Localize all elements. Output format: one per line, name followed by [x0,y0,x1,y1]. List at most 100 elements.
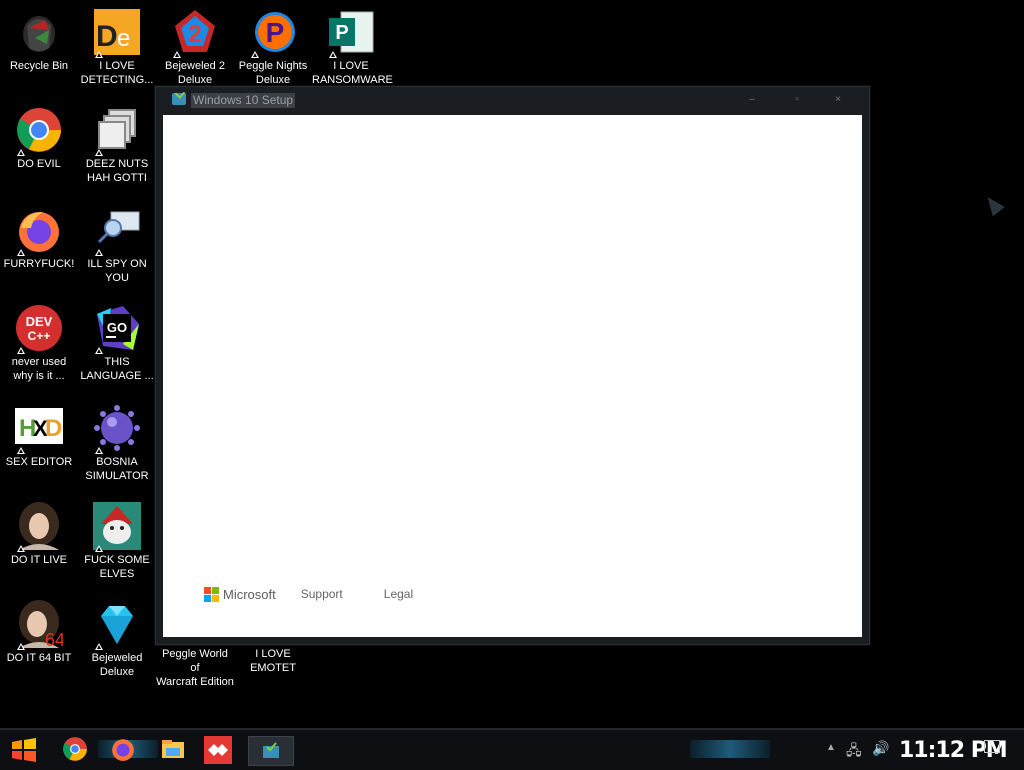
icon-label: never used why is it ... [11,356,67,382]
shortcut-arrow-icon [329,51,337,58]
desktop-icon-furryfuck[interactable]: FURRYFUCK! [0,206,78,271]
publisher-icon: P [327,8,375,58]
network-icon[interactable]: 🖧 [846,740,862,764]
desktop-icon-fuck-some-elves[interactable]: FUCK SOME ELVES [78,502,156,581]
spiked-ball-icon [93,404,141,454]
taskbar-firefox[interactable] [110,736,138,764]
explorer-icon [162,740,184,758]
portrait-icon [15,502,63,552]
shortcut-arrow-icon [173,51,181,58]
bejeweled-2-icon: 2 [171,8,219,58]
windows-stack-icon [93,106,141,156]
firefox-icon [15,206,63,256]
icon-label: Bejeweled 2 Deluxe [165,60,225,86]
wizard-icon [93,502,141,552]
network-spy-icon [93,206,141,256]
peggle-icon: P [249,8,297,58]
taskbar-chrome[interactable] [62,736,90,764]
taskbar-explorer[interactable] [160,736,188,764]
icon-label: FUCK SOME ELVES [84,554,150,580]
minimize-button[interactable]: – [734,91,770,109]
shortcut-arrow-icon [17,149,25,156]
desktop-icon-bejeweled2[interactable]: 2 Bejeweled 2 Deluxe [156,8,234,87]
microsoft-logo-icon [204,586,219,602]
devcpp-icon: DEV C++ [15,304,63,354]
shortcut-arrow-icon [17,249,25,256]
icon-label: Recycle Bin [9,60,69,72]
icon-label: Peggle Nights Deluxe [238,60,308,86]
volume-icon[interactable]: 🔊 [872,740,889,757]
portrait-64-icon: 64 [15,600,65,650]
taskbar: ▲ 🖧 🔊 11:12 PM [0,728,1024,770]
desktop-icon-bosnia-simulator[interactable]: BOSNIA SIMULATOR [78,404,156,483]
desktop-icon-never-used[interactable]: DEV C++ never used why is it ... [0,304,78,383]
microsoft-wordmark: Microsoft [223,586,276,602]
svg-text:64: 64 [45,630,63,648]
shortcut-arrow-icon [95,545,103,552]
close-button[interactable]: × [820,91,856,109]
shortcut-arrow-icon [17,447,25,454]
icon-label: DO EVIL [17,158,61,170]
desktop-icon-do-evil[interactable]: DO EVIL [0,106,78,171]
support-link[interactable]: Support [301,587,343,601]
svg-text:D: D [96,20,118,53]
legal-link[interactable]: Legal [384,587,413,601]
icon-label: DEEZ NUTS HAH GOTTI [85,158,149,184]
setup-icon [263,742,279,758]
desktop-icon-deez-nuts[interactable]: DEEZ NUTS HAH GOTTI [78,106,156,185]
window-title: Windows 10 Setup [191,93,296,108]
maximize-button[interactable]: ▫ [779,91,815,109]
icon-label: I LOVE DETECTING... [80,60,154,86]
shortcut-arrow-icon [95,643,103,650]
desktop-icon-this-language[interactable]: GO THIS LANGUAGE ... [78,304,156,383]
icon-label: SEX EDITOR [5,456,73,468]
taskbar-anydesk[interactable] [204,736,232,764]
svg-text:e: e [117,25,130,52]
shortcut-arrow-icon [17,545,25,552]
shortcut-arrow-icon [95,447,103,454]
desktop-icon-do-it-live[interactable]: DO IT LIVE [0,502,78,567]
desktop-icon-i-love-ransomware[interactable]: P I LOVE RANSOMWARE [312,8,393,87]
desktop-icon-i-love-detecting[interactable]: De I LOVE DETECTING... [78,8,156,87]
die-icon: De [93,8,141,58]
anydesk-icon [208,744,228,756]
desktop-icon-peggle-nights[interactable]: P Peggle Nights Deluxe [234,8,312,87]
setup-footer: Microsoft Support Legal [204,585,454,603]
svg-text:GO: GO [107,320,127,335]
icon-label: ILL SPY ON YOU [87,258,147,284]
icon-label: Peggle World of Warcraft Edition [156,648,234,688]
setup-icon [172,93,186,105]
shortcut-arrow-icon [17,643,25,650]
svg-text:DEV: DEV [26,314,53,329]
notifications-icon[interactable] [984,740,1000,753]
windows-10-setup-window[interactable]: Windows 10 Setup – ▫ × Microsoft Support… [155,86,870,645]
window-titlebar[interactable]: Windows 10 Setup – ▫ × [156,87,869,115]
desktop-icon-ill-spy[interactable]: ILL SPY ON YOU [78,206,156,285]
desktop-icon-recycle-bin[interactable]: Recycle Bin [0,8,78,73]
svg-text:2: 2 [188,21,201,48]
icon-label: DO IT 64 BIT [6,652,72,664]
icon-label: Bejeweled Deluxe [91,652,143,678]
icon-label: I LOVE RANSOMWARE [312,60,393,86]
desktop-icon-do-it-64[interactable]: 64 DO IT 64 BIT [0,600,78,665]
shortcut-arrow-icon [95,347,103,354]
shortcut-arrow-icon [251,51,259,58]
shortcut-arrow-icon [17,347,25,354]
shortcut-arrow-icon [95,249,103,256]
tray-chevron-icon[interactable]: ▲ [826,742,836,753]
desktop-icon-sex-editor[interactable]: HXD SEX EDITOR [0,404,78,469]
icon-label: I LOVE EMOTET [250,648,296,674]
desktop-icon-bejeweled-deluxe[interactable]: Bejeweled Deluxe [78,600,156,679]
hxd-icon: HXD [15,404,63,454]
desktop: Recycle Bin DO EVIL FURRYFUCK! DEV C++ ne… [0,0,1024,728]
icon-label: FURRYFUCK! [3,258,75,270]
svg-text:P: P [335,22,348,44]
shortcut-arrow-icon [95,149,103,156]
chrome-icon [15,106,63,156]
taskbar-setup[interactable] [248,736,294,766]
taskbar-decoration [690,740,770,758]
chrome-icon [63,737,87,761]
diamond-icon [93,600,141,650]
icon-label: THIS LANGUAGE ... [80,356,154,382]
start-button[interactable] [8,736,40,764]
